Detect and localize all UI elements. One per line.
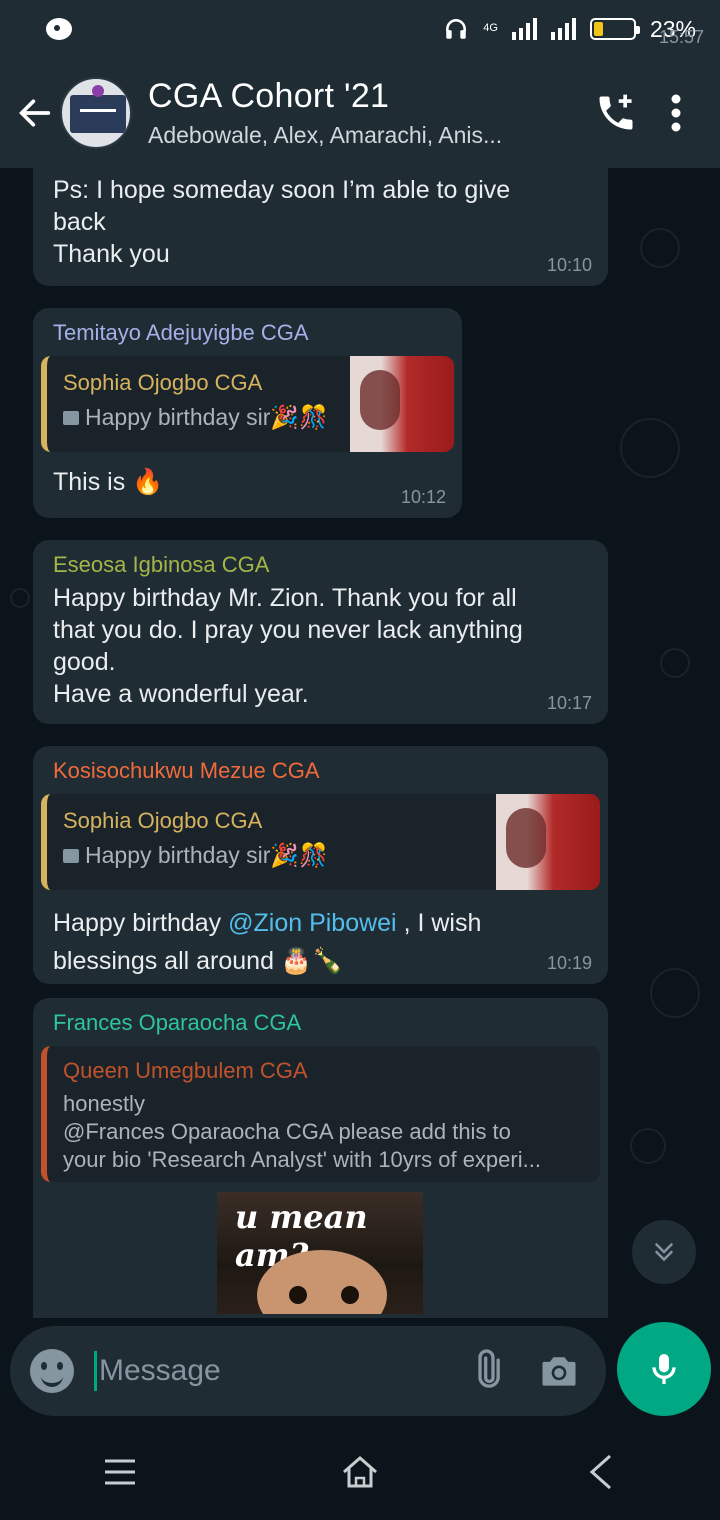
chat-title: CGA Cohort '21 bbox=[148, 77, 390, 115]
message-line: Thank you bbox=[53, 240, 170, 268]
more-options-icon[interactable] bbox=[646, 83, 706, 143]
quoted-message[interactable]: Sophia Ojogbo CGA Happy birthday sir🎉🎊 bbox=[41, 794, 600, 890]
message-time: 10:12 bbox=[400, 487, 446, 507]
message-line: good. bbox=[53, 648, 116, 676]
message-line: Happy birthday @Zion Pibowei , I wish bbox=[53, 904, 600, 942]
image-icon bbox=[63, 848, 79, 863]
scroll-to-bottom-button[interactable] bbox=[632, 1220, 696, 1284]
status-bar: 15:57 4G 23% bbox=[0, 0, 720, 58]
chat-title-block[interactable]: CGA Cohort '21 Adebowale, Alex, Amarachi… bbox=[148, 77, 586, 149]
message-time: 10:10 bbox=[546, 255, 592, 275]
status-time: 15:57 bbox=[658, 27, 704, 47]
message-line: Happy birthday Mr. Zion. Thank you for a… bbox=[53, 584, 517, 612]
group-avatar[interactable] bbox=[60, 77, 132, 149]
message-placeholder[interactable]: Message bbox=[99, 1354, 462, 1388]
network-type: 4G bbox=[483, 21, 498, 34]
message-bubble[interactable]: Ps: I hope someday soon I’m able to give… bbox=[33, 168, 608, 286]
eye bbox=[289, 1286, 307, 1304]
quoted-text: Happy birthday sir🎉🎊 bbox=[85, 842, 328, 868]
back-arrow-icon[interactable] bbox=[10, 88, 60, 138]
microphone-icon bbox=[652, 1354, 676, 1384]
message-line: back bbox=[53, 208, 106, 236]
sender-name[interactable]: Frances Oparaocha CGA bbox=[41, 1010, 600, 1036]
system-nav-bar bbox=[0, 1423, 720, 1520]
user-mention[interactable]: @Zion Pibowei bbox=[228, 909, 397, 937]
battery-icon bbox=[589, 18, 640, 40]
message-line: Ps: I hope someday soon I’m able to give bbox=[53, 176, 511, 204]
signal-icon-2 bbox=[550, 18, 576, 40]
quoted-text: Happy birthday sir🎉🎊 bbox=[85, 404, 328, 430]
quoted-line: @Frances Oparaocha CGA please add this t… bbox=[63, 1119, 511, 1144]
quoted-image-thumbnail bbox=[350, 356, 454, 452]
message-text: Ps: I hope someday soon I’m able to give… bbox=[53, 174, 588, 270]
message-text-part: , I wish bbox=[396, 909, 482, 937]
add-call-icon[interactable] bbox=[586, 83, 646, 143]
menu-icon[interactable] bbox=[90, 1442, 150, 1502]
eye bbox=[341, 1286, 359, 1304]
message-bubble[interactable]: Temitayo Adejuyigbe CGA Sophia Ojogbo CG… bbox=[33, 308, 462, 518]
quoted-sender: Queen Umegbulem CGA bbox=[63, 1058, 308, 1083]
message-line: that you do. I pray you never lack anyth… bbox=[53, 616, 523, 644]
message-text-part: Happy birthday bbox=[53, 909, 229, 937]
chat-area[interactable]: Ps: I hope someday soon I’m able to give… bbox=[0, 168, 720, 1318]
sender-name[interactable]: Eseosa Igbinosa CGA bbox=[53, 552, 588, 578]
text-cursor bbox=[94, 1351, 97, 1391]
message-text: Happy birthday Mr. Zion. Thank you for a… bbox=[53, 582, 588, 710]
message-text: Happy birthday @Zion Pibowei , I wish bl… bbox=[41, 904, 600, 980]
sender-name[interactable]: Temitayo Adejuyigbe CGA bbox=[41, 320, 454, 346]
quoted-line: honestly bbox=[63, 1091, 145, 1116]
home-icon[interactable] bbox=[330, 1442, 390, 1502]
quoted-image-thumbnail bbox=[496, 794, 600, 890]
image-icon bbox=[63, 410, 79, 425]
signal-icon bbox=[511, 18, 537, 40]
message-line: blessings all around 🎂🍾 bbox=[53, 947, 344, 975]
chat-header: CGA Cohort '21 Adebowale, Alex, Amarachi… bbox=[0, 58, 720, 168]
sender-name[interactable]: Kosisochukwu Mezue CGA bbox=[41, 758, 600, 784]
chat-members: Adebowale, Alex, Amarachi, Anis... bbox=[148, 122, 503, 148]
quoted-text: honestly @Frances Oparaocha CGA please a… bbox=[63, 1090, 584, 1174]
message-line: Have a wonderful year. bbox=[53, 680, 309, 708]
message-input[interactable]: Message bbox=[10, 1326, 606, 1416]
camera-icon[interactable] bbox=[534, 1346, 584, 1396]
quoted-message[interactable]: Queen Umegbulem CGA honestly @Frances Op… bbox=[41, 1046, 600, 1182]
double-chevron-down-icon bbox=[655, 1243, 673, 1262]
message-time: 10:19 bbox=[546, 953, 592, 973]
emoji-icon[interactable] bbox=[30, 1349, 74, 1393]
microphone-button[interactable] bbox=[617, 1322, 711, 1416]
meme-image[interactable]: u mean am? bbox=[217, 1192, 423, 1314]
compose-bar: Message bbox=[0, 1318, 720, 1423]
quoted-line: your bio 'Research Analyst' with 10yrs o… bbox=[63, 1147, 541, 1172]
headset-icon bbox=[446, 19, 467, 39]
message-bubble[interactable]: Eseosa Igbinosa CGA Happy birthday Mr. Z… bbox=[33, 540, 608, 724]
attach-icon[interactable] bbox=[462, 1346, 512, 1396]
message-time: 10:17 bbox=[546, 693, 592, 713]
notification-icon bbox=[46, 18, 72, 40]
message-text: This is 🔥 bbox=[53, 468, 164, 496]
quoted-message[interactable]: Sophia Ojogbo CGA Happy birthday sir🎉🎊 bbox=[41, 356, 454, 452]
back-icon[interactable] bbox=[570, 1442, 630, 1502]
message-bubble[interactable]: Kosisochukwu Mezue CGA Sophia Ojogbo CGA… bbox=[33, 746, 608, 984]
